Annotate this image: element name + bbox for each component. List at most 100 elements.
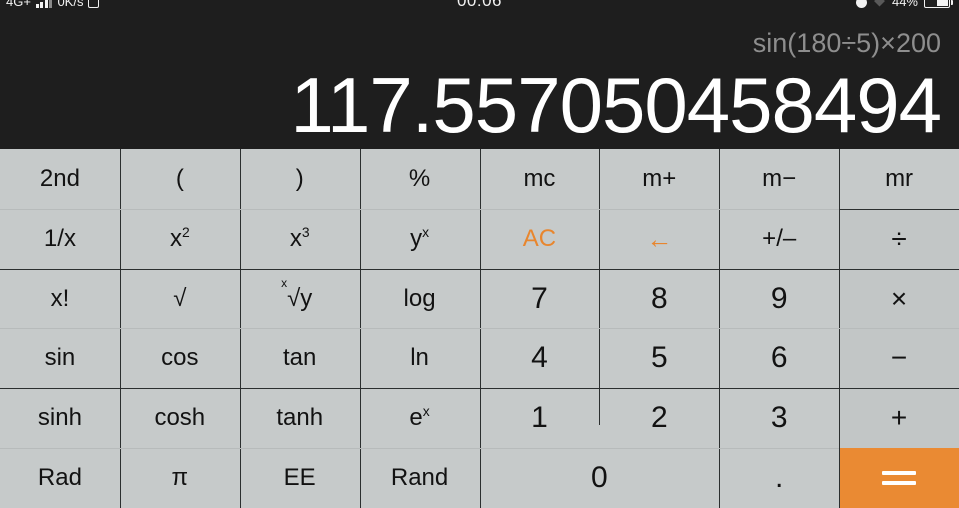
key-9[interactable]: 9 — [719, 268, 840, 329]
key-rad-label: Rad — [37, 464, 82, 492]
key-sign-toggle[interactable]: +/– — [719, 208, 840, 269]
key-nth-root-label: x √y — [281, 275, 313, 312]
status-bar: 4G+ 0K/s 00:06 44% — [0, 0, 959, 14]
battery-percent-label: 44% — [891, 0, 918, 9]
key-rand[interactable]: Rand — [359, 448, 480, 508]
key-cube[interactable]: x3 — [239, 208, 360, 269]
key-mr[interactable]: mr — [839, 149, 959, 209]
key-reciprocal[interactable]: 1/x — [0, 208, 120, 269]
key-paren-open-label: ( — [175, 164, 184, 192]
key-sinh-label: sinh — [37, 404, 82, 432]
key-8-label: 8 — [650, 281, 668, 315]
key-ee-label: EE — [283, 464, 316, 492]
key-backspace-label: ← — [646, 223, 673, 254]
key-mr-label: mr — [885, 164, 914, 192]
key-sin[interactable]: sin — [0, 328, 120, 389]
key-mc[interactable]: mc — [479, 149, 600, 209]
key-divide-label: ÷ — [891, 222, 907, 254]
key-m-minus-label: m− — [762, 164, 797, 192]
key-sin-label: sin — [44, 344, 76, 372]
wifi-icon — [873, 0, 886, 8]
key-m-plus[interactable]: m+ — [599, 149, 720, 209]
key-paren-open[interactable]: ( — [119, 149, 240, 209]
key-1-label: 1 — [531, 401, 548, 435]
key-6-label: 6 — [770, 341, 788, 375]
key-2-label: 2 — [650, 401, 668, 435]
key-4[interactable]: 4 — [479, 328, 600, 389]
key-multiply[interactable]: × — [839, 268, 959, 329]
key-7[interactable]: 7 — [479, 268, 600, 329]
key-square[interactable]: x2 — [119, 208, 240, 269]
key-paren-close[interactable]: ) — [239, 149, 360, 209]
key-m-minus[interactable]: m− — [719, 149, 840, 209]
key-cosh[interactable]: cosh — [119, 388, 240, 449]
key-cos-label: cos — [161, 344, 199, 372]
status-bar-clock: 00:06 — [456, 0, 503, 10]
mute-icon — [855, 0, 867, 8]
key-subtract-label: − — [890, 342, 908, 374]
key-1[interactable]: 1 — [479, 388, 600, 449]
calculator-display: sin(180÷5)×200 117.557050458494 — [0, 14, 959, 149]
key-cos[interactable]: cos — [119, 328, 240, 389]
key-sqrt[interactable]: √ — [119, 268, 240, 329]
key-5-label: 5 — [650, 341, 668, 375]
key-backspace[interactable]: ← — [599, 208, 720, 269]
key-8[interactable]: 8 — [599, 268, 720, 329]
key-tanh[interactable]: tanh — [239, 388, 360, 449]
key-2nd-label: 2nd — [39, 164, 80, 192]
key-sqrt-label: √ — [173, 284, 187, 312]
key-3[interactable]: 3 — [719, 388, 840, 449]
key-all-clear[interactable]: AC — [479, 208, 600, 269]
key-rad[interactable]: Rad — [0, 448, 120, 508]
battery-icon — [924, 0, 953, 8]
key-cube-label: x3 — [289, 223, 310, 252]
result-text: 117.557050458494 — [290, 61, 942, 150]
key-multiply-label: × — [890, 282, 908, 314]
key-exp[interactable]: ex — [359, 388, 480, 449]
key-paren-close-label: ) — [295, 164, 304, 192]
key-equals-label — [882, 471, 917, 486]
key-6[interactable]: 6 — [719, 328, 840, 389]
key-divide[interactable]: ÷ — [839, 208, 959, 269]
key-power[interactable]: yx — [359, 208, 480, 269]
key-all-clear-label: AC — [522, 224, 557, 252]
key-log-label: log — [403, 284, 436, 312]
key-sign-toggle-label: +/– — [762, 224, 797, 252]
key-rand-label: Rand — [390, 464, 449, 492]
key-ln-label: ln — [410, 344, 429, 372]
key-subtract[interactable]: − — [839, 328, 959, 389]
key-sinh[interactable]: sinh — [0, 388, 120, 449]
key-cosh-label: cosh — [154, 404, 206, 432]
key-ee[interactable]: EE — [239, 448, 360, 508]
key-tan[interactable]: tan — [239, 328, 360, 389]
key-power-label: yx — [410, 223, 430, 252]
key-2nd[interactable]: 2nd — [0, 149, 120, 209]
key-add-label: + — [890, 402, 908, 434]
key-tanh-label: tanh — [276, 404, 324, 432]
key-add[interactable]: + — [839, 388, 959, 449]
key-decimal[interactable]: . — [719, 448, 840, 508]
calculator-app: 4G+ 0K/s 00:06 44% sin(180÷5)×200 117.55… — [0, 0, 959, 508]
key-percent[interactable]: % — [359, 149, 480, 209]
key-mc-label: mc — [523, 164, 556, 192]
key-ln[interactable]: ln — [359, 328, 480, 389]
key-decimal-label: . — [775, 461, 784, 495]
key-equals[interactable] — [839, 448, 959, 508]
status-bar-right: 44% — [855, 0, 953, 9]
key-log[interactable]: log — [359, 268, 480, 329]
key-m-plus-label: m+ — [642, 164, 677, 192]
key-tan-label: tan — [283, 344, 317, 372]
key-nth-root[interactable]: x √y — [239, 268, 360, 329]
key-exp-label: ex — [409, 403, 430, 432]
key-4-label: 4 — [531, 341, 548, 375]
key-2[interactable]: 2 — [599, 388, 720, 449]
key-7-label: 7 — [531, 281, 548, 315]
key-5[interactable]: 5 — [599, 328, 720, 389]
key-0[interactable]: 0 — [479, 448, 720, 508]
key-square-label: x2 — [169, 223, 190, 252]
key-pi[interactable]: π — [119, 448, 240, 508]
key-factorial[interactable]: x! — [0, 268, 120, 329]
expression-text: sin(180÷5)×200 — [752, 28, 941, 58]
keypad: 2nd ()% mc m+ m− mr 1/x x2 x3 yx AC ← +/– ÷ x! √ x √y log 7… — [0, 149, 959, 508]
key-pi-label: π — [171, 464, 189, 492]
